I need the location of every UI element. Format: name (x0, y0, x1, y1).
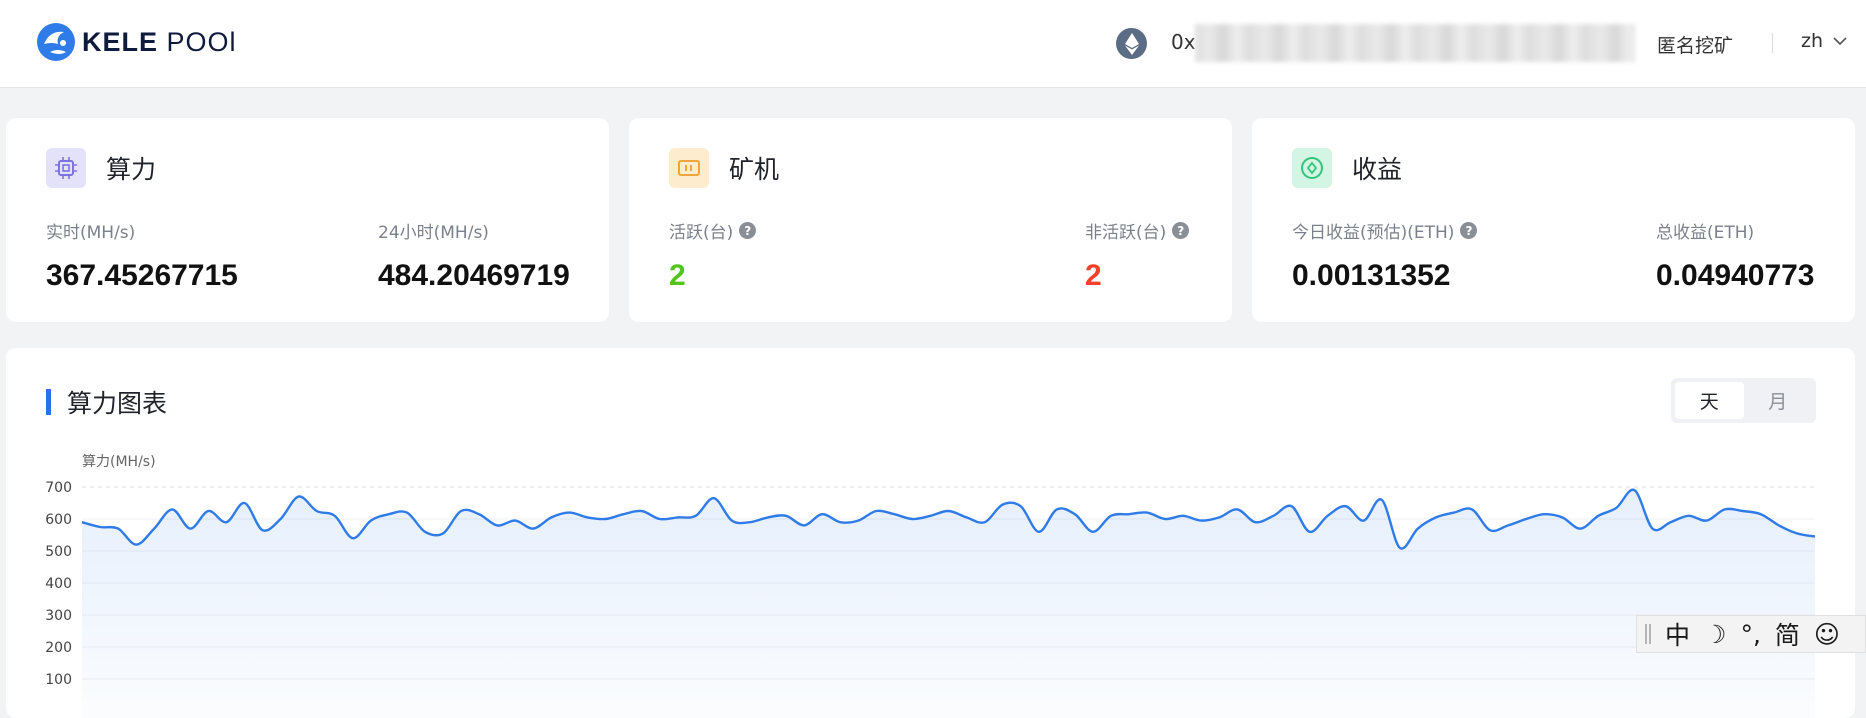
moon-icon[interactable]: ☽ (1704, 620, 1726, 649)
language-label: zh (1801, 30, 1824, 52)
active-miners: 活跃(台) ? 2 (669, 218, 757, 293)
total-earnings-value: 0.04940773 (1656, 259, 1815, 292)
y-tick-label: 100 (45, 672, 72, 688)
brand-suffix: POOl (166, 26, 237, 57)
logo-text: KELE POOl (82, 27, 237, 58)
total-earnings-label: 总收益(ETH) (1656, 223, 1755, 243)
header-divider (1772, 33, 1773, 53)
active-miners-label-text: 活跃(台) (669, 223, 734, 243)
help-icon[interactable]: ? (1172, 222, 1190, 239)
realtime-hashrate: 实时(MH/s) 367.45267715 (46, 218, 238, 293)
wallet-address-redacted (1195, 24, 1635, 62)
earnings-card: 收益 今日收益(预估)(ETH) ? 0.00131352 总收益(ETH) 0… (1252, 118, 1855, 322)
y-tick-label: 300 (45, 608, 72, 624)
today-earnings-label-text: 今日收益(预估)(ETH) (1292, 223, 1455, 243)
help-icon[interactable]: ? (1460, 222, 1478, 239)
ime-script-toggle[interactable]: 简 (1775, 616, 1800, 652)
inactive-miners-label: 非活跃(台) ? (1085, 218, 1190, 243)
anonymous-mining-link[interactable]: 匿名挖矿 (1657, 31, 1733, 58)
active-miners-label: 活跃(台) ? (669, 218, 757, 243)
top-header: KELE POOl 0x 匿名挖矿 zh (0, 0, 1866, 88)
active-miners-value: 2 (669, 259, 686, 292)
day-hashrate-label: 24小时(MH/s) (378, 223, 489, 243)
y-tick-label: 600 (45, 512, 72, 528)
today-earnings-label: 今日收益(预估)(ETH) ? (1292, 218, 1478, 243)
ethereum-icon (1116, 28, 1147, 59)
y-axis-title: 算力(MH/s) (82, 454, 156, 470)
ime-punctuation-toggle[interactable]: °, (1740, 620, 1760, 649)
y-tick-label: 500 (45, 544, 72, 560)
chevron-down-icon (1833, 36, 1847, 45)
hashrate-chart-card: 算力图表 天 月 算力(MH/s) 700 600 500 400 300 200 100 (6, 348, 1855, 718)
day-hashrate: 24小时(MH/s) 484.20469719 (378, 218, 570, 293)
ime-drag-handle[interactable] (1645, 624, 1651, 644)
miners-title: 矿机 (729, 155, 780, 184)
earnings-title: 收益 (1352, 155, 1403, 184)
y-tick-label: 700 (45, 480, 72, 496)
inactive-miners: 非活跃(台) ? 2 (1085, 218, 1190, 293)
realtime-hashrate-label: 实时(MH/s) (46, 223, 136, 243)
miners-card: 矿机 活跃(台) ? 2 非活跃(台) ? 2 (629, 118, 1232, 322)
help-icon[interactable]: ? (739, 222, 757, 239)
inactive-miners-label-text: 非活跃(台) (1085, 223, 1167, 243)
brand-name: KELE (82, 26, 159, 57)
y-tick-label: 400 (45, 576, 72, 592)
hashrate-card-header: 算力 (46, 148, 156, 188)
hashrate-line-chart: 算力(MH/s) 700 600 500 400 300 200 100 (45, 454, 1816, 718)
logo-mark-icon (37, 23, 75, 61)
hashrate-card: 算力 实时(MH/s) 367.45267715 24小时(MH/s) 484.… (6, 118, 609, 322)
y-tick-label: 200 (45, 640, 72, 656)
ime-mode-toggle[interactable]: 中 (1665, 616, 1690, 652)
today-earnings-value: 0.00131352 (1292, 259, 1451, 292)
inactive-miners-value: 2 (1085, 259, 1102, 292)
emoji-icon[interactable]: ☺ (1814, 620, 1840, 649)
chip-icon (46, 148, 86, 188)
today-earnings: 今日收益(预估)(ETH) ? 0.00131352 (1292, 218, 1478, 293)
realtime-hashrate-value: 367.45267715 (46, 259, 238, 292)
wallet-address[interactable]: 0x (1171, 30, 1196, 54)
earnings-card-header: 收益 (1292, 148, 1402, 188)
ime-toolbar[interactable]: 中 ☽ °, 简 ☺ (1636, 615, 1866, 653)
hashrate-title: 算力 (106, 155, 157, 184)
kelepool-logo[interactable]: KELE POOl (36, 22, 237, 62)
miner-icon (669, 148, 709, 188)
day-hashrate-value: 484.20469719 (378, 259, 570, 292)
language-selector[interactable]: zh (1801, 30, 1847, 52)
miners-card-header: 矿机 (669, 148, 779, 188)
total-earnings: 总收益(ETH) 0.04940773 (1656, 218, 1815, 293)
coin-icon (1292, 148, 1332, 188)
